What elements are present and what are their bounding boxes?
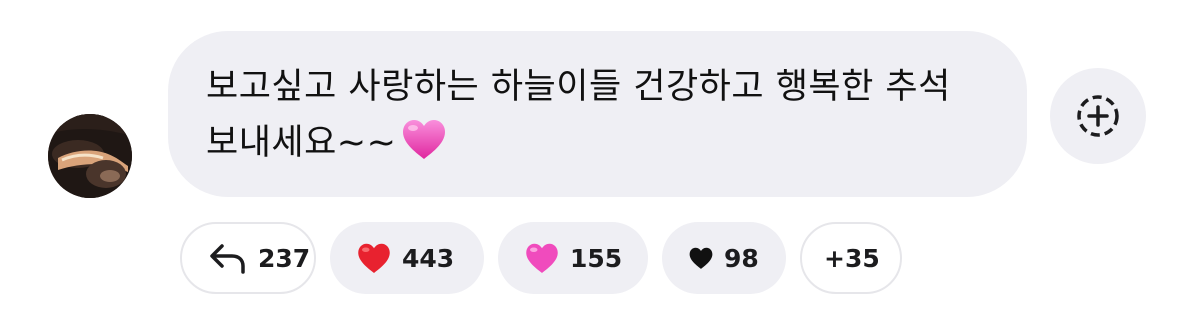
black-heart-icon [688,246,714,270]
avatar[interactable] [48,114,132,198]
black-heart-count: 98 [724,243,759,273]
pink-heart-count: 155 [570,243,623,273]
more-reactions-count: +35 [824,243,880,273]
reaction-red-heart[interactable]: 443 [330,222,484,294]
pink-heart-emoji-icon [403,120,446,159]
comment-text: 보고싶고 사랑하는 하늘이들 건강하고 행복한 추석 보내세요~~ [206,67,951,163]
avatar-photo [48,114,132,198]
reply-button[interactable]: 237 [180,222,316,294]
reaction-bar: 237 443 155 98 +35 [180,222,902,294]
more-reactions-button[interactable]: +35 [800,222,902,294]
pink-heart-icon [524,241,560,275]
comment-bubble[interactable]: 보고싶고 사랑하는 하늘이들 건강하고 행복한 추석 보내세요~~ [168,31,1027,197]
reaction-black-heart[interactable]: 98 [662,222,786,294]
reaction-pink-heart[interactable]: 155 [498,222,648,294]
add-reaction-icon [1077,95,1119,137]
red-heart-count: 443 [402,243,455,273]
comment-row: 보고싶고 사랑하는 하늘이들 건강하고 행복한 추석 보내세요~~ 237 44… [0,0,1179,316]
red-heart-icon [356,241,392,275]
add-reaction-button[interactable] [1050,68,1146,164]
reply-count: 237 [258,243,311,273]
reply-icon [208,242,248,274]
